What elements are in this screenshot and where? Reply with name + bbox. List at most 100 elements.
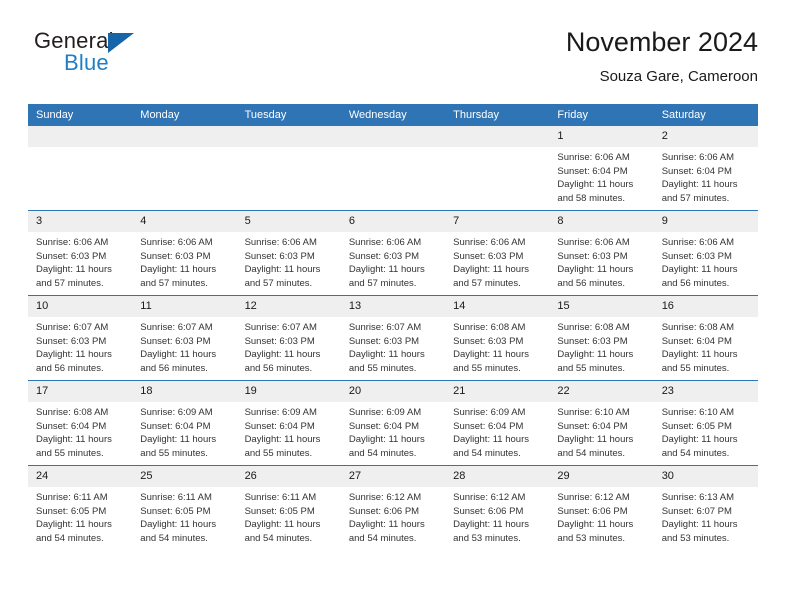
day-sun-info: Sunrise: 6:08 AM Sunset: 6:04 PM Daylight:…	[654, 317, 758, 375]
daylight-text-line2: and 55 minutes.	[348, 362, 417, 374]
calendar-day-cell[interactable]: 16 Sunrise: 6:08 AM Sunset: 6:04 PM Dayligh…	[653, 295, 758, 381]
sunrise-text: Sunrise: 6:12 AM	[348, 492, 422, 503]
calendar-day-cell[interactable]: 28 Sunrise: 6:12 AM Sunset: 6:06 PM Dayligh…	[445, 465, 550, 550]
day-number: 19	[236, 381, 341, 402]
sunset-text: Sunset: 6:05 PM	[140, 505, 211, 517]
daylight-text-line1: Daylight: 11 hours	[348, 349, 425, 360]
sunrise-text: Sunrise: 6:08 AM	[661, 322, 735, 333]
day-number: 9	[653, 211, 758, 232]
calendar-day-cell[interactable]: 27 Sunrise: 6:12 AM Sunset: 6:06 PM Dayligh…	[340, 465, 446, 550]
sunset-text: Sunset: 6:03 PM	[140, 335, 211, 347]
sunrise-text: Sunrise: 6:06 AM	[36, 237, 109, 248]
day-sun-info: Sunrise: 6:07 AM Sunset: 6:03 PM Daylight:…	[28, 317, 132, 375]
day-number: 11	[132, 296, 237, 317]
daylight-text-line1: Daylight: 11 hours	[140, 519, 217, 530]
sunrise-text: Sunrise: 6:06 AM	[140, 237, 213, 248]
day-sun-info	[341, 147, 445, 151]
calendar-day-cell[interactable]: 10 Sunrise: 6:07 AM Sunset: 6:03 PM Dayligh…	[28, 295, 133, 381]
daylight-text-line1: Daylight: 11 hours	[453, 519, 529, 530]
sunrise-text: Sunrise: 6:07 AM	[348, 322, 422, 333]
daylight-text-line1: Daylight: 11 hours	[661, 264, 738, 275]
day-sun-info: Sunrise: 6:12 AM Sunset: 6:06 PM Daylight:…	[549, 487, 653, 545]
calendar-day-cell[interactable]: 18 Sunrise: 6:09 AM Sunset: 6:04 PM Dayligh…	[132, 380, 237, 466]
calendar-day-cell[interactable]: 30 Sunrise: 6:13 AM Sunset: 6:07 PM Dayligh…	[653, 465, 758, 550]
sunset-text: Sunset: 6:03 PM	[661, 250, 732, 262]
sunrise-text: Sunrise: 6:06 AM	[557, 152, 630, 163]
calendar-day-cell[interactable]: 11 Sunrise: 6:07 AM Sunset: 6:03 PM Dayligh…	[132, 295, 237, 381]
day-sun-info	[132, 147, 236, 151]
sunrise-text: Sunrise: 6:07 AM	[140, 322, 213, 333]
daylight-text-line2: and 53 minutes.	[661, 532, 730, 544]
calendar-day-cell[interactable]: 24 Sunrise: 6:11 AM Sunset: 6:05 PM Dayligh…	[28, 465, 133, 550]
sunrise-text: Sunrise: 6:06 AM	[661, 237, 735, 248]
day-number: 24	[28, 466, 133, 487]
daylight-text-line1: Daylight: 11 hours	[36, 434, 112, 445]
sunrise-text: Sunrise: 6:06 AM	[557, 237, 630, 248]
day-sun-info: Sunrise: 6:06 AM Sunset: 6:03 PM Daylight:…	[445, 232, 549, 290]
calendar-day-cell[interactable]: 3 Sunrise: 6:06 AM Sunset: 6:03 PM Daylight…	[28, 210, 133, 296]
sunset-text: Sunset: 6:04 PM	[557, 165, 628, 177]
weekday-header-wednesday: Wednesday	[340, 104, 446, 126]
calendar-day-cell[interactable]: 5 Sunrise: 6:06 AM Sunset: 6:03 PM Daylight…	[236, 210, 341, 296]
page-header: General Blue November 2024 Souza Gare, C…	[28, 27, 758, 98]
daylight-text-line1: Daylight: 11 hours	[453, 264, 529, 275]
calendar-day-cell[interactable]: 23 Sunrise: 6:10 AM Sunset: 6:05 PM Dayligh…	[653, 380, 758, 466]
sunrise-text: Sunrise: 6:07 AM	[244, 322, 317, 333]
daylight-text-line1: Daylight: 11 hours	[661, 179, 738, 190]
calendar-page: General Blue November 2024 Souza Gare, C…	[0, 0, 792, 612]
daylight-text-line2: and 54 minutes.	[661, 447, 730, 459]
daylight-text-line1: Daylight: 11 hours	[557, 264, 634, 275]
day-sun-info: Sunrise: 6:09 AM Sunset: 6:04 PM Daylight:…	[132, 402, 236, 460]
calendar-day-cell[interactable]: 7 Sunrise: 6:06 AM Sunset: 6:03 PM Daylight…	[445, 210, 550, 296]
logo-text-blue: Blue	[64, 50, 109, 75]
calendar-day-cell[interactable]: 9 Sunrise: 6:06 AM Sunset: 6:03 PM Daylight…	[653, 210, 758, 296]
calendar-day-cell[interactable]: 22 Sunrise: 6:10 AM Sunset: 6:04 PM Dayligh…	[549, 380, 654, 466]
page-subtitle: Souza Gare, Cameroon	[599, 67, 758, 85]
calendar-day-cell[interactable]: 4 Sunrise: 6:06 AM Sunset: 6:03 PM Daylight…	[132, 210, 237, 296]
sunset-text: Sunset: 6:03 PM	[36, 250, 107, 262]
calendar-day-cell[interactable]: 2 Sunrise: 6:06 AM Sunset: 6:04 PM Daylight…	[653, 126, 758, 211]
calendar-day-cell[interactable]: 25 Sunrise: 6:11 AM Sunset: 6:05 PM Dayligh…	[132, 465, 237, 550]
calendar-day-cell[interactable]: 21 Sunrise: 6:09 AM Sunset: 6:04 PM Dayligh…	[445, 380, 550, 466]
calendar-day-cell[interactable]: 17 Sunrise: 6:08 AM Sunset: 6:04 PM Dayligh…	[28, 380, 133, 466]
calendar-day-cell[interactable]: 8 Sunrise: 6:06 AM Sunset: 6:03 PM Daylight…	[549, 210, 654, 296]
sunset-text: Sunset: 6:04 PM	[661, 335, 732, 347]
day-number: 4	[132, 211, 237, 232]
calendar-day-cell[interactable]: 29 Sunrise: 6:12 AM Sunset: 6:06 PM Dayligh…	[549, 465, 654, 550]
page-title: November 2024	[565, 27, 758, 57]
sunset-text: Sunset: 6:04 PM	[453, 420, 524, 432]
sunset-text: Sunset: 6:03 PM	[348, 335, 420, 347]
day-sun-info: Sunrise: 6:11 AM Sunset: 6:05 PM Daylight:…	[132, 487, 236, 545]
calendar-day-cell[interactable]: 13 Sunrise: 6:07 AM Sunset: 6:03 PM Dayligh…	[340, 295, 446, 381]
sunset-text: Sunset: 6:03 PM	[348, 250, 420, 262]
general-blue-logo[interactable]: General Blue	[28, 28, 218, 84]
calendar-day-cell[interactable]: 14 Sunrise: 6:08 AM Sunset: 6:03 PM Dayligh…	[445, 295, 550, 381]
calendar-day-cell[interactable]: 19 Sunrise: 6:09 AM Sunset: 6:04 PM Dayligh…	[236, 380, 341, 466]
day-number: 28	[445, 466, 550, 487]
daylight-text-line1: Daylight: 11 hours	[140, 349, 217, 360]
calendar-day-cell[interactable]: 12 Sunrise: 6:07 AM Sunset: 6:03 PM Dayligh…	[236, 295, 341, 381]
logo-text-general: General	[34, 28, 114, 53]
day-number: 7	[445, 211, 550, 232]
day-sun-info: Sunrise: 6:06 AM Sunset: 6:04 PM Daylight:…	[654, 147, 758, 205]
daylight-text-line2: and 56 minutes.	[244, 362, 313, 374]
weekday-header-saturday: Saturday	[653, 104, 758, 126]
daylight-text-line2: and 53 minutes.	[557, 532, 626, 544]
calendar-week-row: 24 Sunrise: 6:11 AM Sunset: 6:05 PM Dayligh…	[28, 465, 758, 550]
daylight-text-line2: and 54 minutes.	[244, 532, 313, 544]
calendar-day-cell[interactable]: 1 Sunrise: 6:06 AM Sunset: 6:04 PM Daylight…	[549, 126, 654, 211]
day-sun-info	[445, 147, 549, 151]
calendar-day-cell[interactable]: 20 Sunrise: 6:09 AM Sunset: 6:04 PM Dayligh…	[340, 380, 446, 466]
day-sun-info: Sunrise: 6:08 AM Sunset: 6:04 PM Daylight:…	[28, 402, 132, 460]
calendar-day-cell[interactable]: 6 Sunrise: 6:06 AM Sunset: 6:03 PM Daylight…	[340, 210, 446, 296]
day-number: 1	[549, 126, 654, 147]
calendar-day-cell[interactable]: 26 Sunrise: 6:11 AM Sunset: 6:05 PM Dayligh…	[236, 465, 341, 550]
daylight-text-line2: and 54 minutes.	[348, 447, 417, 459]
sunset-text: Sunset: 6:07 PM	[661, 505, 732, 517]
sunset-text: Sunset: 6:04 PM	[661, 165, 732, 177]
weekday-header-sunday: Sunday	[28, 104, 133, 126]
calendar-day-cell[interactable]: 15 Sunrise: 6:08 AM Sunset: 6:03 PM Dayligh…	[549, 295, 654, 381]
calendar-body: 1 Sunrise: 6:06 AM Sunset: 6:04 PM Daylight…	[28, 126, 758, 550]
day-number: 27	[340, 466, 446, 487]
daylight-text-line2: and 56 minutes.	[36, 362, 104, 374]
